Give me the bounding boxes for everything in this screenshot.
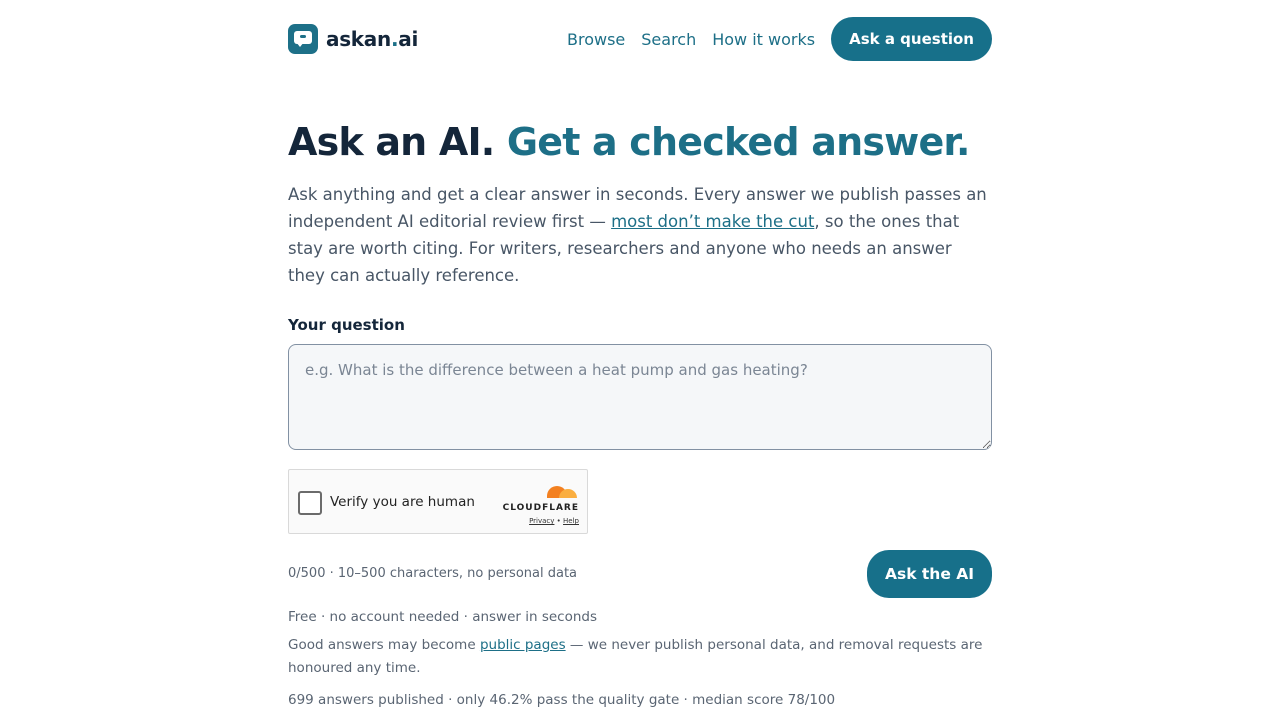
captcha-label: Verify you are human [330,494,475,510]
captcha-help-link[interactable]: Help [563,517,579,525]
title-accent: Get a checked answer. [506,120,971,164]
site-header: askan.ai Browse Search How it works Ask … [288,17,992,61]
title-dark: Ask an AI. [288,120,495,164]
nav-how-it-works-link[interactable]: How it works [712,30,815,49]
captcha-checkbox[interactable] [298,491,322,515]
chat-bubble-logo-icon [288,24,318,54]
nav-search-link[interactable]: Search [641,30,696,49]
question-label: Your question [288,316,405,334]
site-stats: 699 answers published · only 46.2% pass … [288,692,836,708]
brand-name: askan.ai [326,27,419,51]
question-input[interactable] [288,344,992,450]
nav-browse-link[interactable]: Browse [567,30,625,49]
character-count-hint: 0/500 · 10–500 characters, no personal d… [288,566,578,581]
captcha-widget: Verify you are human CLOUDFLARE Privacy … [288,469,588,534]
intro-paragraph: Ask anything and get a clear answer in s… [288,185,987,285]
page-title: Ask an AI. Get a checked answer. [288,120,970,164]
cloud-icon [543,482,579,498]
benefits-text: Free · no account needed · answer in sec… [288,609,598,625]
public-pages-link[interactable]: public pages [480,637,566,653]
cloudflare-logo: CLOUDFLARE Privacy • Help [499,482,579,525]
most-dont-make-cut-link[interactable]: most don’t make the cut [611,212,814,231]
public-pages-note: Good answers may become public pages — w… [288,637,983,676]
ask-question-button[interactable]: Ask a question [831,17,992,61]
main-nav: Browse Search How it works Ask a questio… [567,17,992,61]
captcha-privacy-link[interactable]: Privacy [529,517,554,525]
ask-the-ai-button[interactable]: Ask the AI [867,550,992,598]
brand-logo-link[interactable]: askan.ai [288,24,418,54]
